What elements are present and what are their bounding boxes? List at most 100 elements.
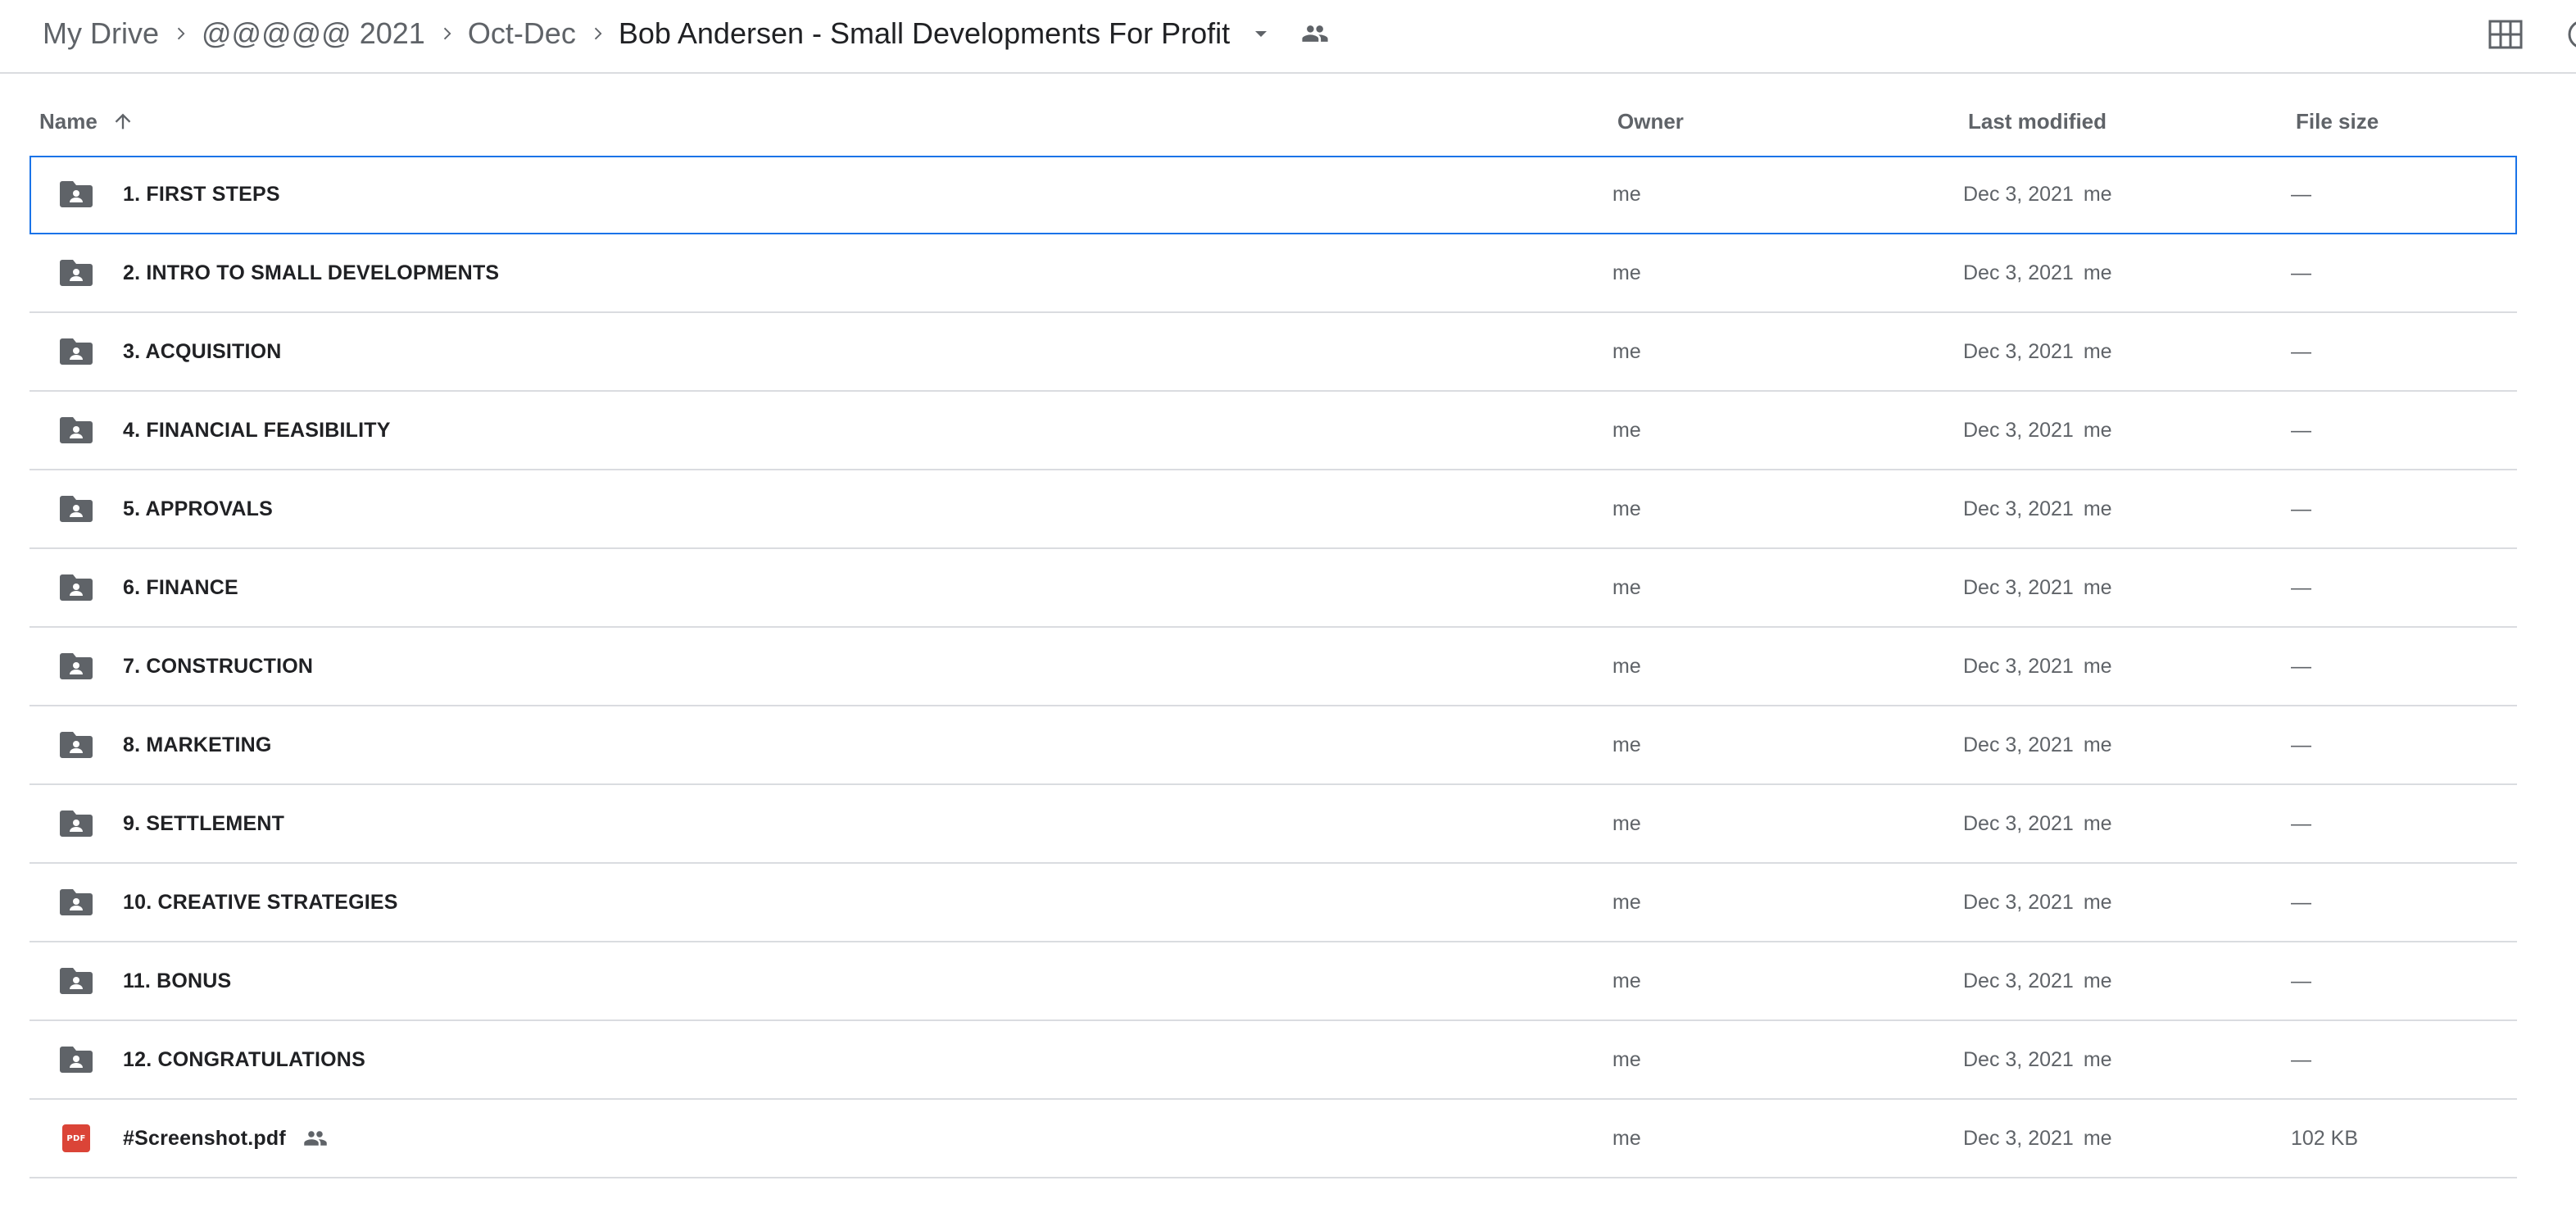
file-list: 1. FIRST STEPS me Dec 3, 2021 me — 2. INTRO T… bbox=[29, 156, 2517, 1178]
modified-by: me bbox=[2083, 733, 2112, 756]
table-row[interactable]: 8. MARKETING me Dec 3, 2021 me — bbox=[29, 706, 2517, 785]
owner-cell: me bbox=[1612, 811, 1641, 835]
file-name: #Screenshot.pdf bbox=[123, 1100, 330, 1177]
table-row[interactable]: 3. ACQUISITION me Dec 3, 2021 me — bbox=[29, 313, 2517, 392]
file-size-cell: — bbox=[2291, 418, 2311, 442]
owner-cell: me bbox=[1612, 1047, 1641, 1071]
table-row[interactable]: 2. INTRO TO SMALL DEVELOPMENTS me Dec 3, 2… bbox=[29, 234, 2517, 313]
modified-by: me bbox=[2083, 1047, 2112, 1071]
file-size-cell: — bbox=[2291, 969, 2311, 992]
last-modified-cell: Dec 3, 2021 me bbox=[1963, 942, 2112, 1019]
breadcrumb-quarter-folder[interactable]: Oct-Dec bbox=[468, 16, 576, 51]
column-name-label: Name bbox=[39, 108, 98, 134]
file-name-text: 3. ACQUISITION bbox=[123, 339, 282, 363]
last-modified-cell: Dec 3, 2021 me bbox=[1963, 470, 2112, 547]
grid-view-icon[interactable] bbox=[2486, 18, 2525, 51]
modified-date: Dec 3, 2021 bbox=[1963, 1126, 2074, 1150]
breadcrumb-current-folder[interactable]: Bob Andersen - Small Developments For Pr… bbox=[619, 16, 1230, 51]
file-name: 9. SETTLEMENT bbox=[123, 785, 284, 862]
owner-cell: me bbox=[1612, 733, 1641, 756]
modified-date: Dec 3, 2021 bbox=[1963, 890, 2074, 914]
column-header-file-size[interactable]: File size bbox=[2296, 90, 2379, 152]
last-modified-cell: Dec 3, 2021 me bbox=[1963, 234, 2112, 311]
chevron-right-icon bbox=[425, 25, 468, 43]
last-modified-cell: Dec 3, 2021 me bbox=[1963, 549, 2112, 626]
modified-date: Dec 3, 2021 bbox=[1963, 575, 2074, 599]
modified-by: me bbox=[2083, 1126, 2112, 1150]
owner-cell: me bbox=[1612, 182, 1641, 206]
last-modified-cell: Dec 3, 2021 me bbox=[1963, 1100, 2112, 1177]
owner-cell: me bbox=[1612, 497, 1641, 520]
shared-folder-icon bbox=[59, 257, 93, 289]
file-name-text: 11. BONUS bbox=[123, 969, 232, 992]
breadcrumb-my-drive[interactable]: My Drive bbox=[43, 16, 159, 51]
modified-date: Dec 3, 2021 bbox=[1963, 497, 2074, 520]
table-row[interactable]: 9. SETTLEMENT me Dec 3, 2021 me — bbox=[29, 785, 2517, 864]
file-name-text: 8. MARKETING bbox=[123, 733, 272, 756]
file-name-text: 1. FIRST STEPS bbox=[123, 182, 280, 206]
table-row[interactable]: 4. FINANCIAL FEASIBILITY me Dec 3, 2021 me — bbox=[29, 392, 2517, 470]
header-bar: My Drive @@@@@ 2021 Oct-Dec Bob Andersen… bbox=[0, 0, 2576, 74]
file-name-text: #Screenshot.pdf bbox=[123, 1126, 286, 1150]
owner-cell: me bbox=[1612, 261, 1641, 284]
shared-folder-icon bbox=[59, 886, 93, 919]
modified-by: me bbox=[2083, 654, 2112, 678]
file-name: 11. BONUS bbox=[123, 942, 231, 1019]
owner-cell: me bbox=[1612, 890, 1641, 914]
file-name: 7. CONSTRUCTION bbox=[123, 628, 313, 705]
file-name-text: 9. SETTLEMENT bbox=[123, 811, 285, 835]
column-header-owner[interactable]: Owner bbox=[1617, 90, 1684, 152]
shared-folder-icon bbox=[59, 335, 93, 368]
modified-by: me bbox=[2083, 418, 2112, 442]
table-row[interactable]: 7. CONSTRUCTION me Dec 3, 2021 me — bbox=[29, 628, 2517, 706]
file-size-cell: — bbox=[2291, 261, 2311, 284]
shared-folder-icon bbox=[59, 571, 93, 604]
owner-cell: me bbox=[1612, 339, 1641, 363]
shared-folder-icon bbox=[59, 1043, 93, 1076]
modified-by: me bbox=[2083, 575, 2112, 599]
file-name-text: 6. FINANCE bbox=[123, 575, 238, 599]
owner-cell: me bbox=[1612, 575, 1641, 599]
file-name-text: 4. FINANCIAL FEASIBILITY bbox=[123, 418, 391, 442]
table-row[interactable]: 6. FINANCE me Dec 3, 2021 me — bbox=[29, 549, 2517, 628]
modified-date: Dec 3, 2021 bbox=[1963, 182, 2074, 206]
chevron-right-icon bbox=[576, 25, 619, 43]
file-name: 10. CREATIVE STRATEGIES bbox=[123, 864, 398, 941]
column-header-name[interactable]: Name bbox=[39, 90, 135, 152]
owner-cell: me bbox=[1612, 969, 1641, 992]
table-row[interactable]: 1. FIRST STEPS me Dec 3, 2021 me — bbox=[29, 156, 2517, 234]
table-row[interactable]: 5. APPROVALS me Dec 3, 2021 me — bbox=[29, 470, 2517, 549]
modified-date: Dec 3, 2021 bbox=[1963, 339, 2074, 363]
file-name: 1. FIRST STEPS bbox=[123, 156, 280, 233]
file-name: 8. MARKETING bbox=[123, 706, 272, 783]
file-size-cell: — bbox=[2291, 811, 2311, 835]
modified-by: me bbox=[2083, 811, 2112, 835]
people-icon[interactable] bbox=[1299, 17, 1331, 50]
file-name: 5. APPROVALS bbox=[123, 470, 273, 547]
file-size-cell: — bbox=[2291, 890, 2311, 914]
table-row[interactable]: 11. BONUS me Dec 3, 2021 me — bbox=[29, 942, 2517, 1021]
owner-cell: me bbox=[1612, 1126, 1641, 1150]
table-row[interactable]: 10. CREATIVE STRATEGIES me Dec 3, 2021 me — bbox=[29, 864, 2517, 942]
modified-by: me bbox=[2083, 497, 2112, 520]
file-size-cell: — bbox=[2291, 654, 2311, 678]
modified-date: Dec 3, 2021 bbox=[1963, 733, 2074, 756]
last-modified-cell: Dec 3, 2021 me bbox=[1963, 313, 2112, 390]
modified-by: me bbox=[2083, 890, 2112, 914]
owner-cell: me bbox=[1612, 418, 1641, 442]
breadcrumb-year-folder[interactable]: @@@@@ 2021 bbox=[202, 16, 425, 51]
table-row[interactable]: PDF #Screenshot.pdf me Dec 3, 2021 me 102 KB bbox=[29, 1100, 2517, 1178]
modified-date: Dec 3, 2021 bbox=[1963, 811, 2074, 835]
arrow-up-icon[interactable] bbox=[111, 109, 135, 134]
chevron-right-icon bbox=[159, 25, 202, 43]
caret-down-icon[interactable] bbox=[1248, 20, 1274, 47]
file-size-cell: — bbox=[2291, 182, 2311, 206]
file-name: 4. FINANCIAL FEASIBILITY bbox=[123, 392, 391, 469]
shared-folder-icon bbox=[59, 414, 93, 447]
file-size-cell: — bbox=[2291, 339, 2311, 363]
last-modified-cell: Dec 3, 2021 me bbox=[1963, 1021, 2112, 1098]
drive-file-list-page: My Drive @@@@@ 2021 Oct-Dec Bob Andersen… bbox=[0, 0, 2576, 1226]
column-header-last-modified[interactable]: Last modified bbox=[1968, 90, 2107, 152]
info-icon[interactable] bbox=[2565, 11, 2576, 57]
table-row[interactable]: 12. CONGRATULATIONS me Dec 3, 2021 me — bbox=[29, 1021, 2517, 1100]
